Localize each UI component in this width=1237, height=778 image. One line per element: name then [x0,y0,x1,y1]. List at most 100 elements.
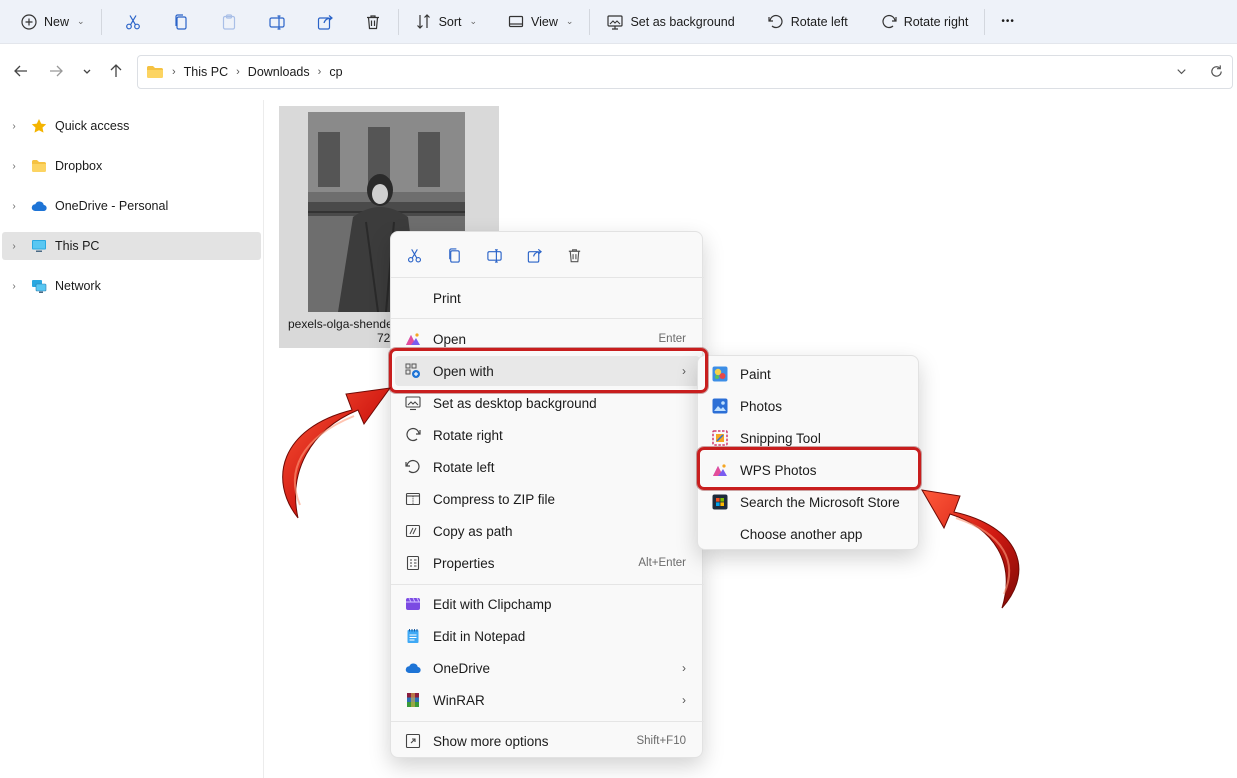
view-button[interactable]: View ⌄ [499,6,581,38]
menu-divider [391,584,704,585]
submenu-item-paint[interactable]: Paint [702,359,916,389]
submenu-item-label: Snipping Tool [740,430,821,446]
sidebar-item-quick-access[interactable]: › Quick access [2,112,261,140]
onedrive-icon [405,660,421,676]
menu-item-print[interactable]: Print [395,283,700,313]
chevron-right-icon: › [682,693,686,707]
chevron-down-icon: ⌄ [469,16,478,26]
menu-item-rotate-right[interactable]: Rotate right [395,420,700,450]
chevron-down-icon[interactable] [1174,64,1189,79]
rotate-left-button[interactable]: Rotate left [759,6,856,38]
show-more-icon [405,733,421,749]
menu-item-edit-notepad[interactable]: Edit in Notepad [395,621,700,651]
menu-item-rotate-left[interactable]: Rotate left [395,452,700,482]
delete-button[interactable] [356,6,390,38]
chevron-right-icon[interactable]: › [2,121,26,132]
submenu-item-photos[interactable]: Photos [702,391,916,421]
menu-item-shortcut: Alt+Enter [638,557,686,569]
up-button[interactable] [105,60,127,82]
menu-item-label: Properties [433,555,495,571]
paste-button[interactable] [212,6,246,38]
menu-item-label: Edit with Clipchamp [433,596,552,612]
back-button[interactable] [10,60,32,82]
rotate-right-label: Rotate right [903,14,969,29]
address-bar[interactable]: › This PC › Downloads › cp [137,55,1233,89]
sort-button[interactable]: Sort ⌄ [407,6,485,38]
copy-button[interactable] [164,6,198,38]
submenu-item-label: Photos [740,398,783,414]
share-button[interactable] [308,6,342,38]
chevron-down-icon: ⌄ [565,16,574,26]
menu-item-label: Rotate right [433,427,503,443]
toolbar-divider [100,8,102,35]
menu-item-shortcut: Enter [658,333,687,345]
menu-item-label: Rotate left [433,459,495,475]
chevron-right-icon: › [682,661,686,675]
menu-item-label: Compress to ZIP file [433,491,556,507]
set-as-background-label: Set as background [630,14,735,29]
menu-divider [391,721,704,722]
sidebar-item-onedrive[interactable]: › OneDrive - Personal [2,192,261,220]
cut-button[interactable] [403,244,425,266]
set-as-background-button[interactable]: Set as background [598,6,742,38]
refresh-icon[interactable] [1209,64,1224,79]
computer-icon [28,238,50,254]
sidebar-item-dropbox[interactable]: › Dropbox [2,152,261,180]
toolbar-divider [589,8,591,35]
menu-item-copy-as-path[interactable]: Copy as path [395,516,700,546]
submenu-item-microsoft-store[interactable]: Search the Microsoft Store [702,487,916,517]
share-icon [317,14,333,30]
share-button[interactable] [523,244,545,266]
new-button-label: New [44,14,70,29]
menu-item-onedrive[interactable]: OneDrive › [395,653,700,683]
network-icon [28,278,50,294]
address-row: › This PC › Downloads › cp [0,44,1237,100]
new-button[interactable]: New ⌄ [12,6,93,38]
rotate-right-button[interactable]: Rotate right [872,6,977,38]
chevron-right-icon[interactable]: › [2,161,26,172]
menu-item-compress-zip[interactable]: Compress to ZIP file [395,484,700,514]
menu-item-label: Copy as path [433,523,513,539]
breadcrumb-cp[interactable]: cp [329,65,342,79]
menu-item-shortcut: Shift+F10 [636,735,686,747]
rename-button[interactable] [260,6,294,38]
microsoft-store-icon [712,494,728,510]
sidebar-item-label: OneDrive - Personal [55,199,169,213]
rotate-left-label: Rotate left [790,14,848,29]
arrow-left-icon [14,65,27,77]
photos-icon [712,398,728,414]
forward-button[interactable] [45,60,67,82]
menu-divider [391,318,704,319]
sidebar-item-this-pc[interactable]: › This PC [2,232,261,260]
rename-button[interactable] [483,244,505,266]
toolbar-divider [397,8,399,35]
sidebar-item-network[interactable]: › Network [2,272,261,300]
menu-item-label: Show more options [433,733,549,749]
recent-locations-button[interactable] [76,60,98,82]
chevron-right-icon[interactable]: › [2,201,26,212]
highlight-open-with [389,348,708,393]
breadcrumb-this-pc[interactable]: This PC [184,65,228,79]
menu-item-label: Open [433,331,467,347]
breadcrumb-separator: › [172,66,176,78]
chevron-right-icon[interactable]: › [2,241,26,252]
menu-item-label: Print [433,290,461,306]
menu-item-show-more-options[interactable]: Show more options Shift+F10 [395,726,700,756]
sort-label: Sort [438,14,462,29]
context-menu: Print Open Enter Open with › Set as desk… [390,231,704,758]
copy-button[interactable] [443,244,465,266]
delete-button[interactable] [563,244,585,266]
cut-button[interactable] [116,6,150,38]
submenu-item-choose-another-app[interactable]: Choose another app [702,519,916,549]
menu-item-edit-clipchamp[interactable]: Edit with Clipchamp [395,589,700,619]
more-options-button[interactable]: ••• [993,6,1023,38]
sidebar-item-label: Dropbox [55,159,103,173]
highlight-wps-photos [697,447,921,490]
submenu-item-label: Choose another app [740,526,863,542]
chevron-right-icon[interactable]: › [2,281,26,292]
menu-item-properties[interactable]: Properties Alt+Enter [395,548,700,578]
notepad-icon [405,628,421,644]
menu-item-winrar[interactable]: WinRAR › [395,685,700,715]
view-icon [508,15,524,27]
breadcrumb-downloads[interactable]: Downloads [248,65,310,79]
